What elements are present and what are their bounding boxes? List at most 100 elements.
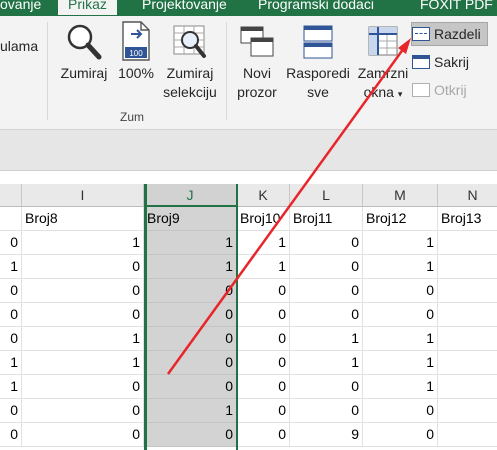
table-cell[interactable]: 0 — [290, 399, 363, 423]
freeze-panes-button[interactable]: Zamrzni okna ▾ — [355, 22, 411, 104]
table-cell[interactable]: 0 — [363, 399, 438, 423]
table-cell[interactable]: 0 — [363, 423, 438, 447]
table-cell[interactable]: 1 — [0, 255, 22, 279]
cell-header-h[interactable] — [0, 207, 22, 231]
selection-border-right — [236, 184, 238, 450]
table-cell[interactable]: 0 — [22, 279, 144, 303]
column-header-n[interactable]: N — [438, 184, 497, 207]
table-cell[interactable]: 1 — [363, 375, 438, 399]
table-cell[interactable] — [438, 399, 497, 423]
table-cell[interactable]: 0 — [290, 303, 363, 327]
tab-foxit-pdf[interactable]: FOXIT PDF — [420, 0, 493, 15]
cell-header-broj13[interactable]: Broj13 — [438, 207, 497, 231]
zoom-selection-label-line-2: selekciju — [163, 84, 217, 100]
hide-button[interactable]: Sakrij — [412, 51, 469, 73]
tab-view[interactable]: Prikaz — [58, 0, 117, 15]
table-cell[interactable]: 0 — [237, 279, 290, 303]
table-cell[interactable]: 0 — [22, 375, 144, 399]
column-header-i[interactable]: I — [22, 184, 144, 207]
table-cell[interactable]: 0 — [237, 423, 290, 447]
table-cell[interactable]: 1 — [290, 351, 363, 375]
tab-add-ins[interactable]: Programski dodaci — [258, 0, 374, 15]
table-cell[interactable]: 0 — [0, 231, 22, 255]
zoom-label: Zumiraj — [60, 65, 108, 81]
table-cell[interactable] — [438, 327, 497, 351]
table-cell[interactable]: 0 — [0, 279, 22, 303]
table-cell[interactable] — [438, 351, 497, 375]
column-header-h[interactable] — [0, 184, 22, 207]
new-window-button[interactable]: Novi prozor — [232, 22, 282, 102]
table-cell[interactable]: 0 — [0, 399, 22, 423]
table-cell[interactable]: 0 — [22, 303, 144, 327]
arrange-all-label-line-1: Rasporedi — [286, 65, 350, 81]
table-cell[interactable]: 1 — [22, 327, 144, 351]
table-cell[interactable]: 1 — [22, 231, 144, 255]
split-label: Razdeli — [434, 26, 481, 42]
table-cell[interactable]: 0 — [237, 303, 290, 327]
table-cell[interactable]: 0 — [237, 399, 290, 423]
cell-header-broj12[interactable]: Broj12 — [363, 207, 438, 231]
cell-header-broj8[interactable]: Broj8 — [22, 207, 144, 231]
column-header-k[interactable]: K — [237, 184, 290, 207]
table-cell[interactable] — [438, 279, 497, 303]
column-header-l[interactable]: L — [290, 184, 363, 207]
split-button[interactable]: Razdeli — [411, 22, 488, 46]
cell-header-broj9[interactable]: Broj9 — [144, 207, 237, 231]
zoom-selection-icon — [173, 25, 206, 58]
zoom-button[interactable]: Zumiraj — [56, 22, 112, 83]
table-cell[interactable]: 0 — [290, 279, 363, 303]
table-cell[interactable]: 0 — [22, 423, 144, 447]
table-cell[interactable]: 1 — [363, 327, 438, 351]
table-cell[interactable] — [438, 303, 497, 327]
column-header-j[interactable]: J — [144, 184, 237, 207]
column-header-m[interactable]: M — [363, 184, 438, 207]
zoom-selection-button[interactable]: Zumiraj selekciju — [160, 22, 220, 102]
table-cell[interactable]: 0 — [144, 303, 237, 327]
table-cell[interactable] — [438, 255, 497, 279]
table-cell[interactable]: 0 — [0, 327, 22, 351]
table-cell[interactable]: 1 — [290, 327, 363, 351]
table-cell[interactable] — [438, 375, 497, 399]
table-cell[interactable]: 0 — [144, 375, 237, 399]
tab-review[interactable]: ovanje — [0, 0, 41, 15]
table-cell[interactable]: 0 — [237, 351, 290, 375]
table-cell[interactable]: 0 — [22, 399, 144, 423]
table-cell[interactable]: 0 — [237, 327, 290, 351]
spreadsheet-grid[interactable]: I J K L M N Broj8 Broj9 Broj10 Broj11 Br… — [0, 172, 497, 450]
table-cell[interactable]: 1 — [144, 231, 237, 255]
table-cell[interactable]: 0 — [237, 375, 290, 399]
table-cell[interactable]: 0 — [144, 327, 237, 351]
table-cell[interactable]: 1 — [0, 375, 22, 399]
table-cell[interactable]: 0 — [290, 255, 363, 279]
cell-header-broj11[interactable]: Broj11 — [290, 207, 363, 231]
zoom-100-button[interactable]: 100 100% — [115, 20, 157, 83]
arrange-all-button[interactable]: Rasporedi sve — [283, 22, 353, 102]
table-cell[interactable]: 0 — [363, 279, 438, 303]
table-cell[interactable]: 1 — [363, 255, 438, 279]
tab-design[interactable]: Projektovanje — [142, 0, 227, 15]
table-cell[interactable]: 0 — [0, 423, 22, 447]
zoom-100-label: 100% — [118, 65, 154, 81]
table-cell[interactable]: 1 — [144, 399, 237, 423]
table-cell[interactable]: 0 — [144, 351, 237, 375]
table-cell[interactable] — [438, 423, 497, 447]
unhide-button[interactable]: Otkrij — [412, 79, 467, 101]
table-cell[interactable]: 0 — [22, 255, 144, 279]
table-cell[interactable]: 0 — [363, 303, 438, 327]
table-cell[interactable]: 0 — [0, 303, 22, 327]
table-cell[interactable]: 0 — [290, 375, 363, 399]
table-cell[interactable]: 0 — [144, 423, 237, 447]
table-cell[interactable]: 1 — [363, 231, 438, 255]
table-cell[interactable]: 1 — [363, 351, 438, 375]
table-cell[interactable]: 1 — [237, 231, 290, 255]
table-cell[interactable] — [438, 231, 497, 255]
table-cell[interactable]: 1 — [144, 255, 237, 279]
cell-header-broj10[interactable]: Broj10 — [237, 207, 290, 231]
table-cell[interactable]: 1 — [0, 351, 22, 375]
table-cell[interactable]: 0 — [144, 279, 237, 303]
table-cell[interactable]: 1 — [22, 351, 144, 375]
formula-partial-label[interactable]: ulama — [0, 37, 38, 56]
table-cell[interactable]: 0 — [290, 231, 363, 255]
table-cell[interactable]: 1 — [237, 255, 290, 279]
table-cell[interactable]: 9 — [290, 423, 363, 447]
